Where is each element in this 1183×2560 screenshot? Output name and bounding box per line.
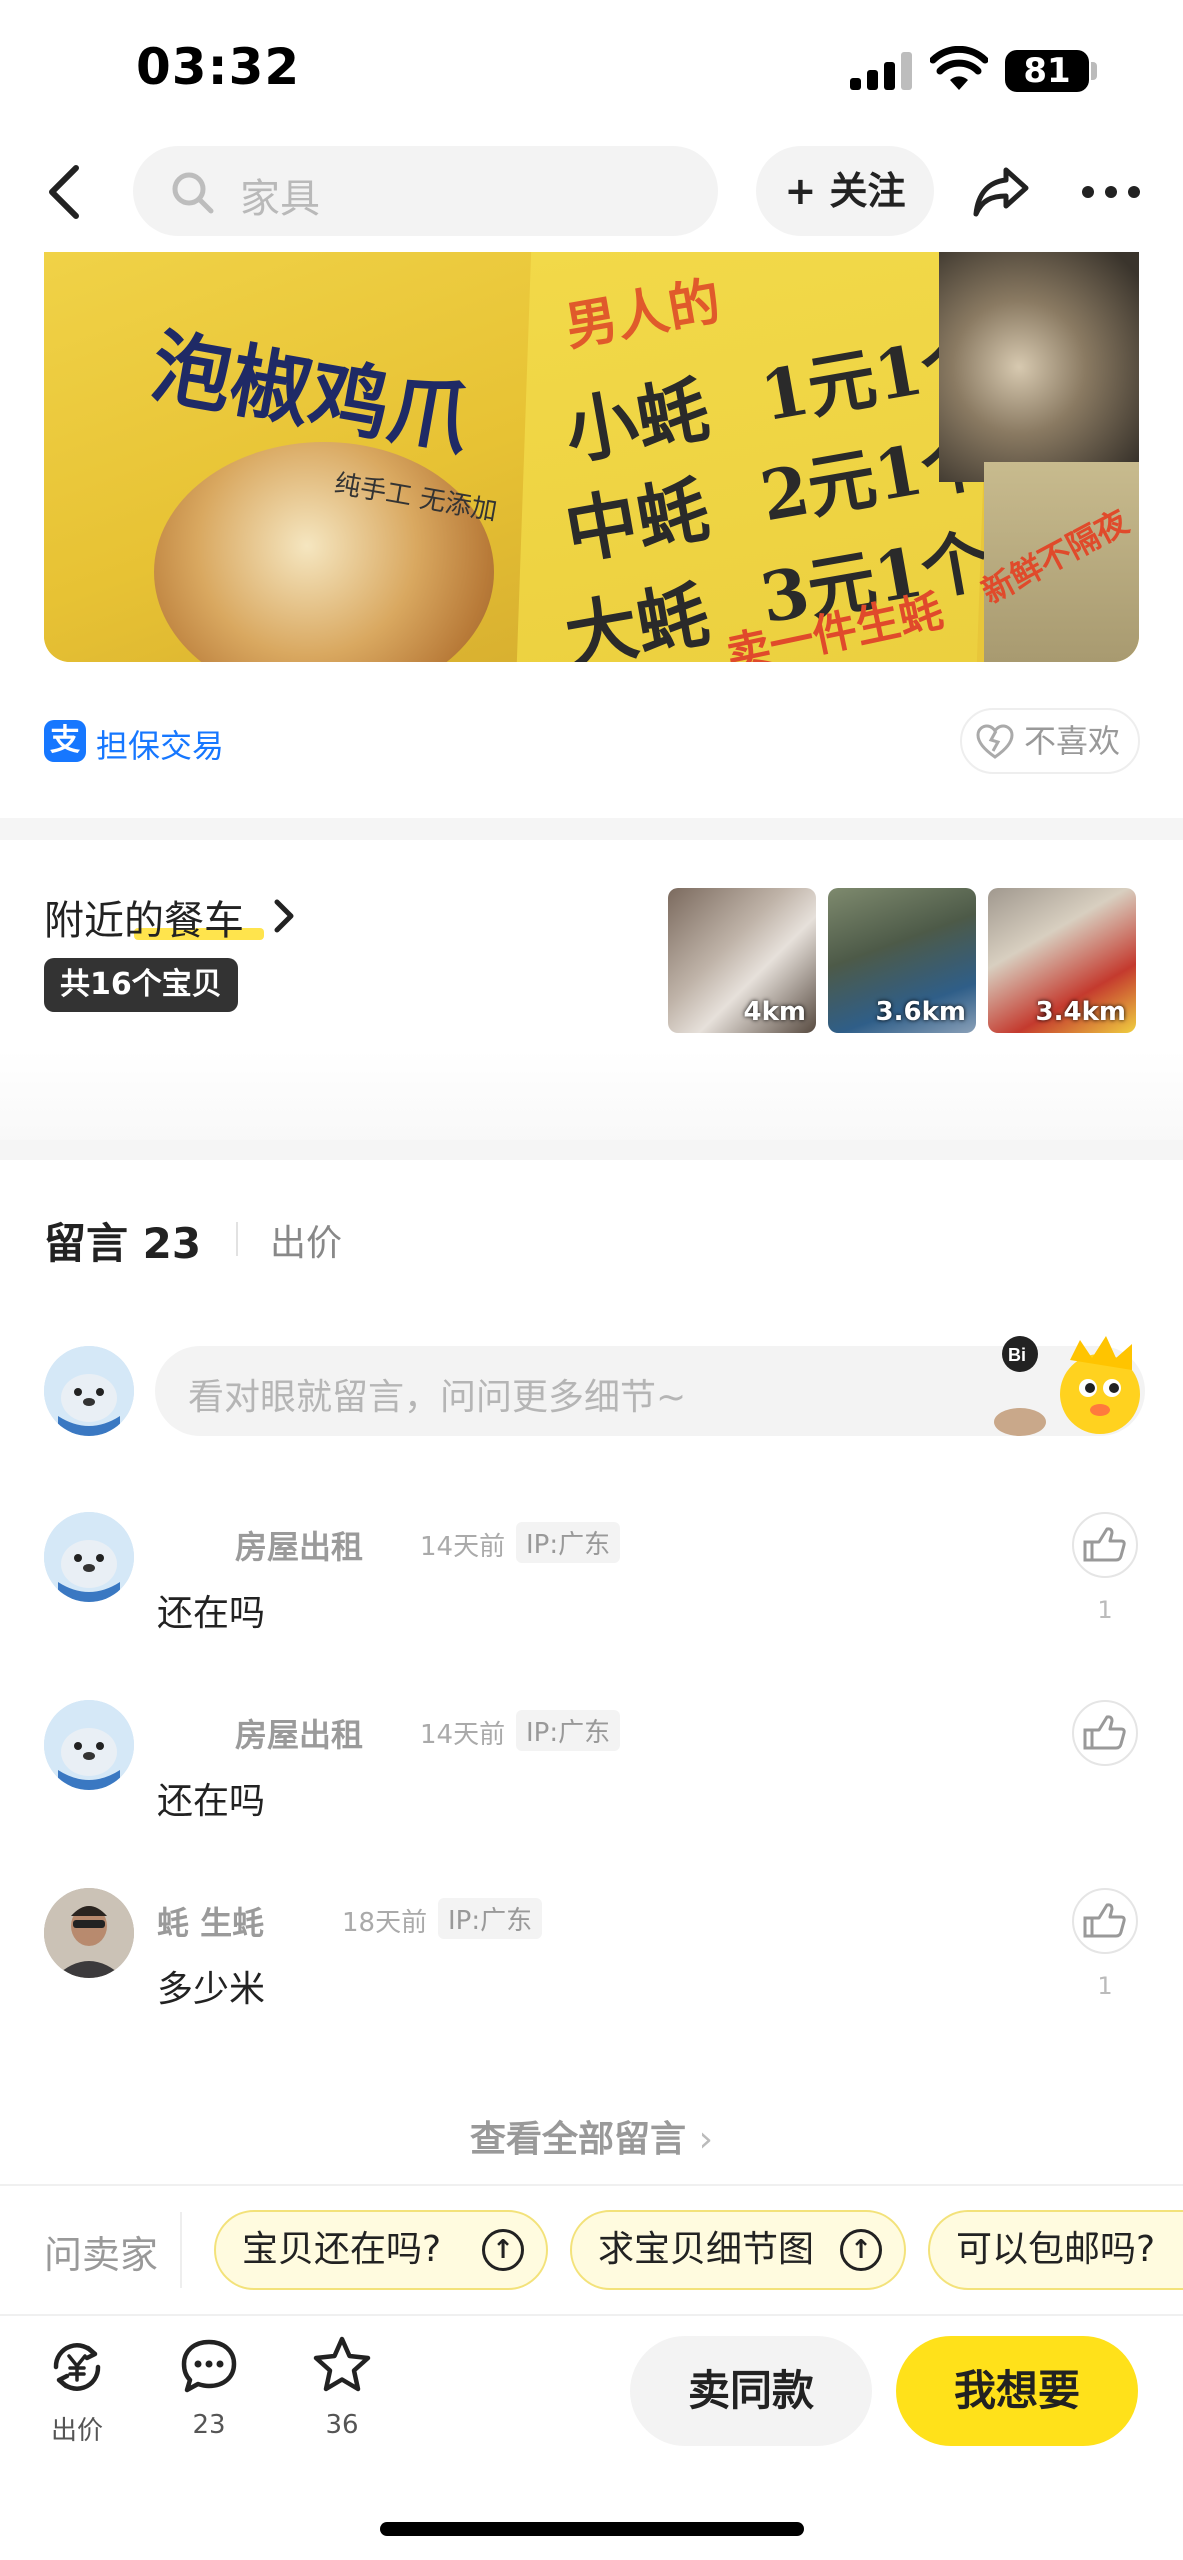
favorite-count[interactable]: 36 xyxy=(282,2410,402,2440)
alipay-icon: 支 xyxy=(44,720,86,762)
oyster-photo xyxy=(939,252,1139,482)
follow-button[interactable]: + 关注 xyxy=(756,146,934,236)
avatar[interactable] xyxy=(44,1512,134,1602)
nearby-thumb-1[interactable]: 4km xyxy=(668,888,816,1033)
bid-icon[interactable] xyxy=(46,2336,108,2398)
thumb-up-icon xyxy=(1083,1715,1126,1750)
seal-avatar-icon xyxy=(44,1346,134,1436)
chevron-right-icon: › xyxy=(698,2119,713,2160)
comment-count[interactable]: 23 xyxy=(149,2410,269,2440)
chip-label: 宝贝还在吗? xyxy=(242,2229,442,2270)
thumb-up-icon xyxy=(1083,1903,1126,1938)
section-divider xyxy=(0,818,1183,840)
view-all-label: 查看全部留言 xyxy=(470,2119,687,2160)
comment-icon[interactable] xyxy=(178,2336,240,2398)
chip-label: 求宝贝细节图 xyxy=(598,2229,815,2270)
comments-title[interactable]: 留言 23 xyxy=(44,1210,201,1271)
comment-text: 多少米 xyxy=(157,1969,266,2010)
comment-input-placeholder: 看对眼就留言，问问更多细节~ xyxy=(188,1377,687,1418)
tab-bid[interactable]: 出价 xyxy=(270,1214,342,1266)
tab-divider xyxy=(236,1222,238,1256)
ip-badge: IP:广东 xyxy=(438,1898,543,1939)
battery-indicator: 81 xyxy=(1005,50,1089,92)
product-image[interactable]: 泡椒鸡爪 纯手工 无添加 男人的 小蚝 1元1个 中蚝 2元1个 大蚝 3元1个… xyxy=(44,252,1139,662)
arrow-up-circle-icon: ↑ xyxy=(840,2229,882,2271)
like-button[interactable] xyxy=(1072,1700,1138,1766)
thumb-distance: 3.6km xyxy=(875,997,966,1027)
arrow-up-circle-icon: ↑ xyxy=(482,2229,524,2271)
view-all-comments[interactable]: 查看全部留言 › xyxy=(0,2110,1183,2162)
home-indicator xyxy=(380,2522,804,2536)
like-count: 1 xyxy=(1097,1596,1113,1624)
nearby-thumb-2[interactable]: 3.6km xyxy=(828,888,976,1033)
nearby-thumb-3[interactable]: 3.4km xyxy=(988,888,1136,1033)
avatar[interactable] xyxy=(44,1888,134,1978)
thumb-distance: 4km xyxy=(743,997,806,1027)
search-icon xyxy=(172,172,214,214)
nearby-count-badge: 共16个宝贝 xyxy=(44,958,238,1012)
comment-time: 14天前 xyxy=(420,1720,506,1750)
ask-seller-label: 问卖家 xyxy=(44,2233,159,2277)
quick-ask-chip[interactable]: 可以包邮吗? xyxy=(928,2210,1183,2290)
share-icon[interactable] xyxy=(970,160,1032,222)
commenter-name[interactable]: 蚝 生蚝 xyxy=(157,1898,264,1944)
comment-text: 还在吗 xyxy=(157,1781,266,1822)
thumb-up-icon xyxy=(1083,1527,1126,1562)
search-bar[interactable] xyxy=(133,146,718,236)
wifi-icon xyxy=(930,46,988,90)
chevron-right-icon xyxy=(274,899,294,933)
comment-time: 14天前 xyxy=(420,1532,506,1562)
want-button[interactable]: 我想要 xyxy=(896,2336,1138,2446)
seal-avatar-icon xyxy=(44,1512,134,1602)
section-divider xyxy=(0,1140,1183,1160)
signal-icon xyxy=(850,52,914,90)
like-count: 1 xyxy=(1097,1972,1113,2000)
nearby-title[interactable]: 附近的餐车 xyxy=(44,888,244,946)
comment-text: 还在吗 xyxy=(157,1593,266,1634)
avatar xyxy=(44,1346,134,1436)
battery-tip xyxy=(1091,62,1097,80)
mascot-icon: Bi xyxy=(994,1336,1140,1436)
status-time: 03:32 xyxy=(136,38,301,96)
like-button[interactable] xyxy=(1072,1512,1138,1578)
svg-text:Bi: Bi xyxy=(1008,1345,1026,1365)
avatar[interactable] xyxy=(44,1700,134,1790)
ip-badge: IP:广东 xyxy=(516,1710,621,1751)
broken-heart-icon xyxy=(976,724,1014,759)
chip-label: 可以包邮吗? xyxy=(956,2229,1156,2270)
star-icon[interactable] xyxy=(310,2334,374,2398)
guarantee-label[interactable]: 担保交易 xyxy=(96,721,224,767)
quick-ask-chip[interactable]: 宝贝还在吗? ↑ xyxy=(214,2210,548,2290)
sell-same-button[interactable]: 卖同款 xyxy=(630,2336,872,2446)
like-button[interactable] xyxy=(1072,1888,1138,1954)
commenter-name[interactable]: 房屋出租 xyxy=(235,1710,363,1756)
bid-label[interactable]: 出价 xyxy=(17,2410,137,2447)
commenter-name[interactable]: 房屋出租 xyxy=(235,1522,363,1568)
quick-ask-chip[interactable]: 求宝贝细节图 ↑ xyxy=(570,2210,906,2290)
comment-time: 18天前 xyxy=(342,1908,428,1938)
search-placeholder: 家具 xyxy=(240,176,320,222)
ip-badge: IP:广东 xyxy=(516,1522,621,1563)
user-photo-icon xyxy=(44,1888,134,1978)
ask-divider xyxy=(180,2212,182,2288)
back-icon[interactable] xyxy=(44,162,84,222)
more-icon[interactable] xyxy=(1080,182,1142,202)
seal-avatar-icon xyxy=(44,1700,134,1790)
thumb-distance: 3.4km xyxy=(1035,997,1126,1027)
